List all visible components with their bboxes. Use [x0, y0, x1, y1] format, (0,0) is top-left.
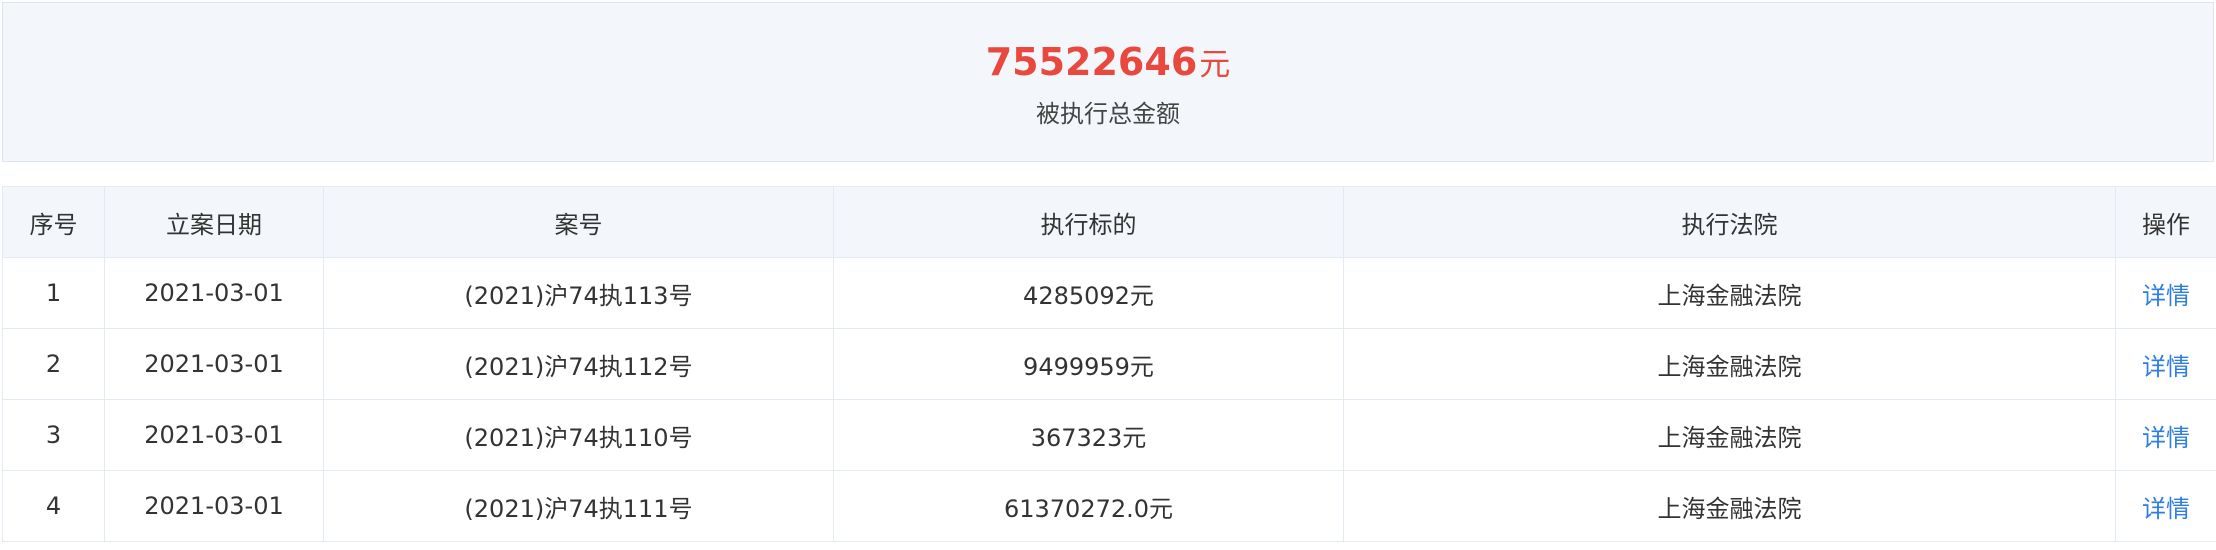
row-case-number: (2021)沪74执113号: [323, 257, 834, 329]
row-index: 3: [2, 399, 105, 471]
table-row: 3 2021-03-01 (2021)沪74执110号 367323元 上海金融…: [2, 399, 2216, 471]
table-row: 2 2021-03-01 (2021)沪74执112号 9499959元 上海金…: [2, 328, 2216, 400]
row-date: 2021-03-01: [104, 328, 324, 400]
detail-link[interactable]: 详情: [2142, 424, 2190, 452]
table-row: 4 2021-03-01 (2021)沪74执111号 61370272.0元 …: [2, 470, 2216, 542]
execution-cases-table: 序号 立案日期 案号 执行标的 执行法院 操作 1 2021-03-01 (20…: [2, 186, 2216, 542]
row-date: 2021-03-01: [104, 399, 324, 471]
row-target: 61370272.0元: [833, 470, 1344, 542]
table-row: 1 2021-03-01 (2021)沪74执113号 4285092元 上海金…: [2, 257, 2216, 329]
detail-link[interactable]: 详情: [2142, 495, 2190, 523]
row-action-cell: 详情: [2115, 257, 2216, 329]
column-header-date: 立案日期: [104, 186, 324, 258]
column-header-action: 操作: [2115, 186, 2216, 258]
row-court: 上海金融法院: [1343, 328, 2116, 400]
total-amount-unit: 元: [1199, 47, 1231, 83]
row-case-number: (2021)沪74执110号: [323, 399, 834, 471]
row-index: 4: [2, 470, 105, 542]
column-header-target: 执行标的: [833, 186, 1344, 258]
row-action-cell: 详情: [2115, 470, 2216, 542]
row-target: 4285092元: [833, 257, 1344, 329]
total-amount-panel: 75522646元 被执行总金额: [2, 2, 2214, 162]
row-index: 2: [2, 328, 105, 400]
total-amount-caption: 被执行总金额: [1036, 100, 1180, 128]
total-amount-value: 75522646: [985, 40, 1198, 84]
row-case-number: (2021)沪74执111号: [323, 470, 834, 542]
column-header-index: 序号: [2, 186, 105, 258]
column-header-case-number: 案号: [323, 186, 834, 258]
row-court: 上海金融法院: [1343, 470, 2116, 542]
row-court: 上海金融法院: [1343, 257, 2116, 329]
row-court: 上海金融法院: [1343, 399, 2116, 471]
row-date: 2021-03-01: [104, 257, 324, 329]
row-action-cell: 详情: [2115, 399, 2216, 471]
detail-link[interactable]: 详情: [2142, 282, 2190, 310]
row-index: 1: [2, 257, 105, 329]
row-case-number: (2021)沪74执112号: [323, 328, 834, 400]
detail-link[interactable]: 详情: [2142, 353, 2190, 381]
row-date: 2021-03-01: [104, 470, 324, 542]
column-header-court: 执行法院: [1343, 186, 2116, 258]
row-target: 367323元: [833, 399, 1344, 471]
total-amount: 75522646元: [3, 39, 2213, 88]
row-target: 9499959元: [833, 328, 1344, 400]
row-action-cell: 详情: [2115, 328, 2216, 400]
table-header-row: 序号 立案日期 案号 执行标的 执行法院 操作: [2, 186, 2216, 258]
